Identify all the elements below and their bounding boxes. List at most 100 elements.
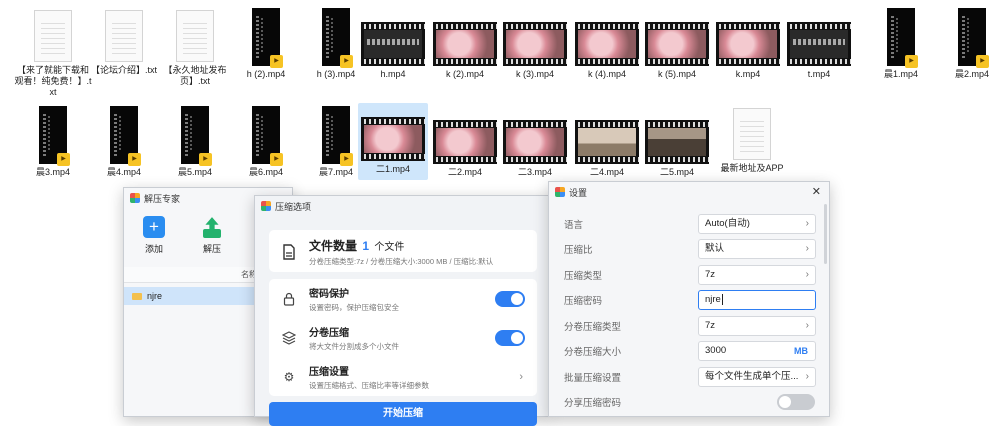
file-name-label: k.mp4 bbox=[735, 69, 761, 79]
split-toggle[interactable] bbox=[495, 329, 525, 346]
desktop-file[interactable]: ▶ 晨1.mp4 bbox=[866, 8, 936, 80]
desktop-file[interactable]: ▶ 晨5.mp4 bbox=[160, 106, 230, 178]
chevron-right-icon: › bbox=[805, 269, 809, 280]
file-name-label: k (4).mp4 bbox=[587, 69, 626, 79]
desktop-file[interactable]: 最新地址及APP bbox=[717, 106, 787, 178]
file-name-label: 晨1.mp4 bbox=[883, 69, 918, 79]
setting-batch: 批量压缩设置 每个文件生成单个压... › bbox=[549, 366, 829, 388]
file-name-label: 晨3.mp4 bbox=[35, 167, 70, 177]
compress-title: 压缩选项 bbox=[275, 201, 312, 212]
video-filmstrip-icon bbox=[645, 22, 709, 66]
setting-password: 压缩密码 njre bbox=[549, 289, 829, 311]
compress-settings-subtitle: 设置压缩格式、压缩比率等详细参数 bbox=[309, 380, 429, 390]
desktop-file[interactable]: k (5).mp4 bbox=[642, 8, 712, 80]
video-thumbnail-icon: ▶ bbox=[252, 8, 283, 68]
start-compress-button[interactable]: 开始压缩 bbox=[269, 402, 537, 426]
add-label: 添加 bbox=[144, 244, 163, 254]
file-name-label: 二3.mp4 bbox=[517, 167, 552, 177]
desktop-file[interactable]: 二2.mp4 bbox=[430, 106, 500, 178]
video-filmstrip-icon bbox=[503, 120, 567, 164]
file-name-label: h (2).mp4 bbox=[246, 69, 286, 79]
file-count-row: 文件数量 1 个文件 分卷压缩类型:7z / 分卷压缩大小:3000 MB / … bbox=[269, 232, 537, 271]
add-button[interactable]: 添加 bbox=[136, 216, 172, 255]
desktop-file[interactable]: k.mp4 bbox=[713, 8, 783, 80]
compress-settings-row[interactable]: ⚙ 压缩设置 设置压缩格式、压缩比率等详细参数 › bbox=[269, 357, 537, 396]
password-toggle[interactable] bbox=[495, 290, 525, 307]
setting-share-password: 分享压缩密码 bbox=[549, 391, 829, 413]
video-thumbnail-icon: ▶ bbox=[181, 106, 212, 166]
video-filmstrip-icon bbox=[361, 117, 425, 161]
setting-label: 分卷压缩类型 bbox=[564, 322, 622, 333]
settings-title: 设置 bbox=[569, 187, 588, 198]
desktop-file[interactable]: 二3.mp4 bbox=[500, 106, 570, 178]
compress-titlebar[interactable]: 压缩选项 bbox=[255, 196, 549, 216]
desktop-file[interactable]: ▶ h (2).mp4 bbox=[231, 8, 301, 80]
compress-options-window: 压缩选项 文件数量 1 个文件 分卷压缩类型:7z / 分卷压缩大小:3000 … bbox=[254, 195, 550, 426]
desktop-file[interactable]: k (3).mp4 bbox=[500, 8, 570, 80]
close-icon[interactable]: ✕ bbox=[812, 185, 821, 198]
share-password-toggle[interactable] bbox=[777, 394, 815, 410]
setting-label: 压缩类型 bbox=[564, 271, 603, 282]
settings-titlebar[interactable]: 设置 bbox=[549, 182, 829, 202]
split-size-input[interactable]: 3000 MB bbox=[698, 341, 816, 361]
type-select[interactable]: 7z › bbox=[698, 265, 816, 285]
desktop-file[interactable]: h.mp4 bbox=[358, 8, 428, 80]
desktop-file[interactable]: 二1.mp4 bbox=[358, 103, 428, 180]
file-name-label: 二4.mp4 bbox=[589, 167, 624, 177]
desktop-file[interactable]: ▶ 晨2.mp4 bbox=[937, 8, 1000, 80]
video-thumbnail-icon: ▶ bbox=[39, 106, 70, 166]
desktop-file[interactable]: t.mp4 bbox=[784, 8, 854, 80]
language-select[interactable]: Auto(自动) › bbox=[698, 214, 816, 234]
desktop-file[interactable]: 二4.mp4 bbox=[572, 106, 642, 178]
file-name-label: 二5.mp4 bbox=[659, 167, 694, 177]
file-name-label: 晨6.mp4 bbox=[248, 167, 283, 177]
setting-label: 分卷压缩大小 bbox=[564, 347, 622, 358]
video-filmstrip-icon bbox=[716, 22, 780, 66]
password-subtitle: 设置密码，保护压缩包安全 bbox=[309, 302, 399, 312]
desktop-file[interactable]: 【来了就能下载和观看！纯免费！】.txt bbox=[14, 8, 92, 98]
password-row[interactable]: 密码保护 设置密码，保护压缩包安全 bbox=[269, 279, 537, 318]
file-name-label: 【论坛介绍】.txt bbox=[90, 65, 157, 75]
app-logo-icon bbox=[261, 201, 271, 211]
setting-type: 压缩类型 7z › bbox=[549, 264, 829, 286]
extract-button[interactable]: 解压 bbox=[194, 216, 230, 255]
desktop-file[interactable]: ▶ 晨6.mp4 bbox=[231, 106, 301, 178]
video-filmstrip-icon bbox=[575, 22, 639, 66]
extract-label: 解压 bbox=[202, 244, 221, 254]
file-name-label: k (5).mp4 bbox=[657, 69, 696, 79]
text-file-icon bbox=[34, 10, 72, 62]
text-file-icon bbox=[733, 108, 771, 160]
desktop-file[interactable]: 二5.mp4 bbox=[642, 106, 712, 178]
app-logo-icon bbox=[130, 193, 140, 203]
desktop-file[interactable]: 【永久地址发布页】.txt bbox=[160, 8, 230, 87]
split-row[interactable]: 分卷压缩 将大文件分割成多个小文件 bbox=[269, 318, 537, 357]
file-name-label: 最新地址及APP bbox=[720, 163, 784, 173]
extractor-title: 解压专家 bbox=[144, 193, 181, 204]
desktop-file[interactable]: k (4).mp4 bbox=[572, 8, 642, 80]
ratio-select[interactable]: 默认 › bbox=[698, 239, 816, 259]
file-name-label: 晨5.mp4 bbox=[177, 167, 212, 177]
video-thumbnail-icon: ▶ bbox=[252, 106, 283, 166]
split-type-select[interactable]: 7z › bbox=[698, 316, 816, 336]
file-name-label: 【来了就能下载和观看！纯免费！】.txt bbox=[14, 65, 92, 97]
file-icon bbox=[281, 243, 297, 260]
setting-label: 分享压缩密码 bbox=[564, 398, 622, 409]
layers-icon bbox=[281, 330, 297, 346]
desktop-file[interactable]: ▶ 晨3.mp4 bbox=[18, 106, 88, 178]
setting-label: 批量压缩设置 bbox=[564, 373, 622, 384]
batch-select[interactable]: 每个文件生成单个压... › bbox=[698, 367, 816, 387]
video-thumbnail-icon: ▶ bbox=[110, 106, 141, 166]
file-name-label: h.mp4 bbox=[380, 69, 406, 79]
file-count-card: 文件数量 1 个文件 分卷压缩类型:7z / 分卷压缩大小:3000 MB / … bbox=[269, 230, 537, 272]
chevron-right-icon: › bbox=[805, 243, 809, 254]
options-card: 密码保护 设置密码，保护压缩包安全 分卷压缩 将大文件分割成多个小文件 ⚙ 压缩… bbox=[269, 279, 537, 396]
file-name-label: k (2).mp4 bbox=[445, 69, 484, 79]
desktop-file[interactable]: k (2).mp4 bbox=[430, 8, 500, 80]
desktop-file[interactable]: ▶ 晨4.mp4 bbox=[89, 106, 159, 178]
desktop-file[interactable]: 【论坛介绍】.txt bbox=[89, 8, 159, 76]
setting-label: 压缩比 bbox=[564, 245, 593, 256]
split-subtitle: 将大文件分割成多个小文件 bbox=[309, 341, 399, 351]
extract-icon bbox=[201, 216, 223, 238]
password-input[interactable]: njre bbox=[698, 290, 816, 310]
file-name-label: 二2.mp4 bbox=[447, 167, 482, 177]
